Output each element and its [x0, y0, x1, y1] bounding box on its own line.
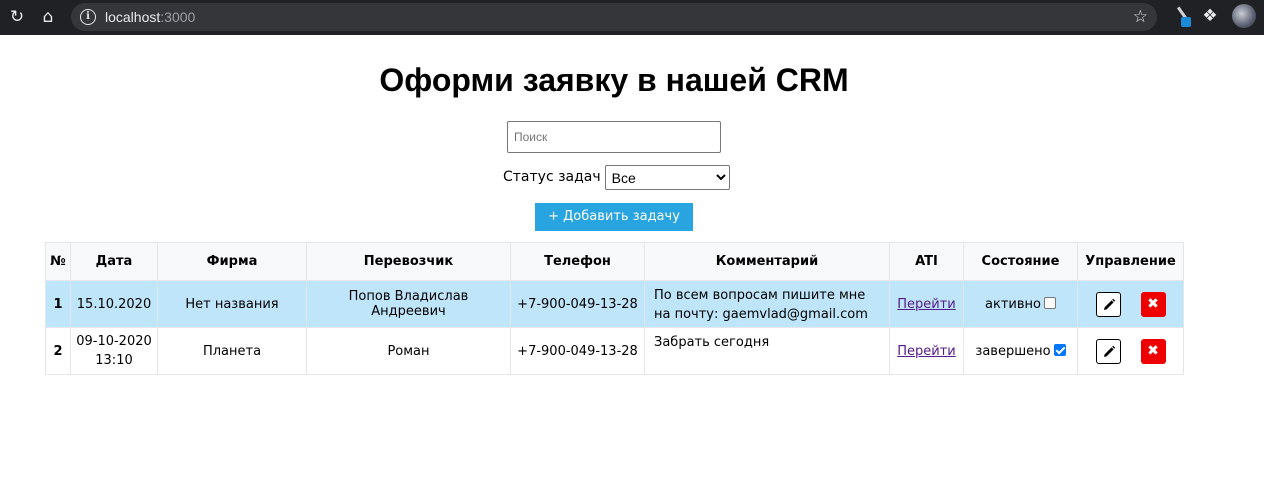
state-label: активно: [985, 296, 1041, 312]
state-label: завершено: [975, 343, 1051, 359]
ati-link[interactable]: Перейти: [897, 344, 956, 359]
home-icon[interactable]: ⌂: [37, 6, 59, 28]
tasks-table: № Дата Фирма Перевозчик Телефон Коммента…: [45, 242, 1184, 375]
status-select[interactable]: Все: [604, 165, 730, 190]
row-carrier: Роман: [306, 327, 511, 375]
url-text[interactable]: localhost:3000: [105, 8, 195, 26]
header-phone: Телефон: [510, 242, 645, 281]
edit-button[interactable]: [1095, 291, 1121, 317]
row-date: 15.10.2020: [70, 280, 158, 328]
table-row: 2 09-10-2020 13:10 Планета Роман +7-900-…: [45, 327, 1184, 375]
state-checkbox[interactable]: [1053, 343, 1066, 356]
row-firm: Планета: [157, 327, 307, 375]
row-ati-cell: Перейти: [889, 280, 964, 328]
header-ati: ATI: [889, 242, 964, 281]
row-carrier: Попов Владислав Андреевич: [306, 280, 511, 328]
header-number: №: [45, 242, 71, 281]
state-checkbox[interactable]: [1043, 296, 1056, 309]
search-input[interactable]: [507, 121, 721, 153]
table-row: 1 15.10.2020 Нет названия Попов Владисла…: [45, 280, 1184, 328]
row-date: 09-10-2020 13:10: [70, 327, 158, 375]
row-firm: Нет названия: [157, 280, 307, 328]
row-management-cell: ✖: [1077, 327, 1184, 375]
puzzle-icon[interactable]: ❖: [1199, 5, 1221, 27]
delete-button[interactable]: ✖: [1140, 291, 1166, 317]
ati-link[interactable]: Перейти: [897, 297, 956, 312]
header-firm: Фирма: [157, 242, 307, 281]
header-comment: Комментарий: [644, 242, 890, 281]
browser-toolbar: ↻ ⌂ i localhost:3000 ☆ ❖: [0, 0, 1264, 35]
row-state-cell: активно: [963, 280, 1078, 328]
edit-button[interactable]: [1095, 338, 1121, 364]
add-task-button[interactable]: + Добавить задачу: [535, 203, 693, 231]
star-icon[interactable]: ☆: [1133, 6, 1148, 28]
row-ati-cell: Перейти: [889, 327, 964, 375]
avatar[interactable]: [1232, 4, 1256, 28]
extension-icon[interactable]: [1172, 5, 1194, 27]
header-state: Состояние: [963, 242, 1078, 281]
row-comment: По всем вопросам пишите мне на почту: ga…: [644, 280, 890, 328]
status-label: Статус задач: [503, 169, 601, 185]
close-icon: ✖: [1147, 342, 1159, 359]
header-carrier: Перевозчик: [306, 242, 511, 281]
delete-button[interactable]: ✖: [1140, 338, 1166, 364]
header-date: Дата: [70, 242, 158, 281]
info-icon[interactable]: i: [80, 9, 96, 25]
reload-icon[interactable]: ↻: [6, 6, 28, 28]
table-header-row: № Дата Фирма Перевозчик Телефон Коммента…: [45, 242, 1184, 281]
header-management: Управление: [1077, 242, 1184, 281]
page-title: Оформи заявку в нашей CRM: [379, 62, 849, 98]
row-number: 2: [45, 327, 71, 375]
pencil-icon: [1103, 345, 1115, 357]
address-bar[interactable]: i localhost:3000 ☆: [71, 3, 1157, 31]
row-phone: +7-900-049-13-28: [510, 327, 645, 375]
status-filter: Статус задач Все: [503, 165, 730, 190]
close-icon: ✖: [1147, 295, 1159, 312]
pencil-icon: [1103, 298, 1115, 310]
row-state-cell: завершено: [963, 327, 1078, 375]
row-number: 1: [45, 280, 71, 328]
row-comment: Забрать сегодня: [644, 327, 890, 375]
row-management-cell: ✖: [1077, 280, 1184, 328]
row-phone: +7-900-049-13-28: [510, 280, 645, 328]
